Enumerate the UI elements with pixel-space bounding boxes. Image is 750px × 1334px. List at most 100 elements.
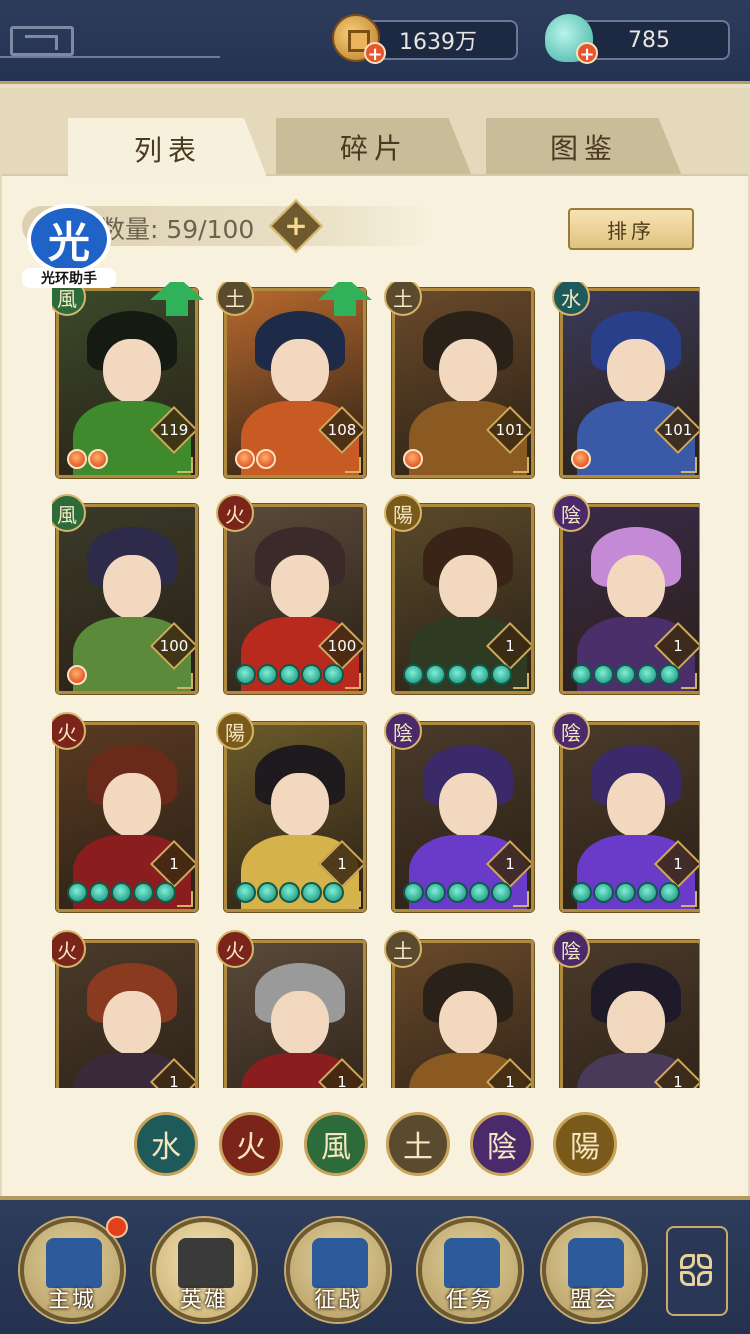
tab-codex[interactable]: 图鉴 [486, 118, 682, 176]
add-jade-button[interactable]: + [576, 42, 598, 65]
hero-grid: 119 風 108 土 101 土 101 水 100 風 100 火 1 陽 1 陰 1 火 1 陽 1 陰 1 陰 1 火 1 火… [52, 282, 700, 1088]
element-filter-button[interactable]: 火 [219, 1112, 283, 1176]
hero-card[interactable]: 1 [224, 722, 366, 912]
card-corner-ornament [513, 891, 529, 907]
hero-card[interactable]: 1 [560, 504, 700, 694]
star-icon [425, 664, 446, 685]
star-icon [88, 449, 108, 469]
level-value: 100 [327, 637, 357, 655]
hero-card[interactable]: 1 [392, 504, 534, 694]
watermark-text: 光环助手 [22, 268, 116, 288]
level-value: 101 [495, 421, 525, 439]
card-corner-ornament [177, 673, 193, 689]
star-icon [593, 882, 614, 903]
hero-card[interactable]: 1 [392, 722, 534, 912]
nav-label: 主城 [47, 1288, 96, 1313]
star-icon [256, 449, 276, 469]
hero-face [439, 339, 497, 403]
hero-card[interactable]: 108 [224, 288, 366, 478]
star-icon [323, 882, 344, 903]
level-value: 108 [327, 421, 357, 439]
level-value: 101 [663, 421, 693, 439]
watermark-glyph: 光 [27, 204, 111, 274]
hero-face [607, 339, 665, 403]
star-icon [571, 882, 592, 903]
card-corner-ornament [681, 673, 697, 689]
star-icon [67, 449, 87, 469]
star-icon [491, 664, 512, 685]
notification-dot [106, 1216, 128, 1238]
hero-card[interactable]: 100 [224, 504, 366, 694]
element-filter-button[interactable]: 土 [386, 1112, 450, 1176]
tab-fragments[interactable]: 碎片 [276, 118, 472, 176]
star-icon [279, 882, 300, 903]
hero-card[interactable]: 101 [560, 288, 700, 478]
element-filter-button[interactable]: 風 [304, 1112, 368, 1176]
element-badge: 陽 [216, 712, 254, 750]
level-value: 1 [673, 855, 683, 873]
star-icon [637, 882, 658, 903]
tab-fragments-label: 碎片 [339, 132, 408, 165]
hero-card[interactable]: 119 [56, 288, 198, 478]
nav-item[interactable]: 盟会 [542, 1218, 646, 1322]
star-icon [301, 882, 322, 903]
card-corner-ornament [681, 457, 697, 473]
hero-card[interactable]: 1 [560, 722, 700, 912]
hero-card[interactable]: 100 [56, 504, 198, 694]
hero-face [439, 773, 497, 837]
hero-face [607, 773, 665, 837]
sort-button[interactable]: 排序 [568, 208, 694, 250]
nav-item[interactable]: 征战 [286, 1218, 390, 1322]
nav-item[interactable]: 任务 [418, 1218, 522, 1322]
element-filter-button[interactable]: 陰 [470, 1112, 534, 1176]
hero-face [271, 555, 329, 619]
clover-menu-icon [679, 1253, 715, 1289]
star-rating [235, 664, 344, 685]
star-icon [469, 664, 490, 685]
level-value: 1 [673, 1073, 683, 1088]
star-icon [593, 664, 614, 685]
star-rating [571, 449, 591, 469]
nav-item[interactable]: 英雄 [152, 1218, 256, 1322]
hero-face [271, 339, 329, 403]
hero-card[interactable]: 101 [392, 288, 534, 478]
level-value: 1 [169, 1073, 179, 1088]
menu-button[interactable] [666, 1226, 728, 1316]
star-icon [323, 664, 344, 685]
card-corner-ornament [513, 673, 529, 689]
hero-face [439, 991, 497, 1055]
star-rating [235, 449, 276, 469]
card-corner-ornament [345, 673, 361, 689]
star-icon [403, 664, 424, 685]
nav-icon [178, 1238, 234, 1288]
nav-icon [444, 1238, 500, 1288]
pattern-icon [10, 26, 74, 56]
star-icon [155, 882, 176, 903]
tab-list[interactable]: 列表 [68, 118, 268, 180]
hero-face [271, 991, 329, 1055]
divider [0, 56, 220, 58]
star-icon [571, 449, 591, 469]
nav-icon [568, 1238, 624, 1288]
card-corner-ornament [177, 457, 193, 473]
card-corner-ornament [345, 457, 361, 473]
hero-card[interactable]: 1 [56, 722, 198, 912]
element-filter-button[interactable]: 水 [134, 1112, 198, 1176]
hero-face [271, 773, 329, 837]
hero-count: 数量: 59/100 [100, 215, 255, 244]
star-icon [67, 665, 87, 685]
star-icon [235, 882, 256, 903]
star-icon [615, 664, 636, 685]
level-value: 1 [169, 855, 179, 873]
star-rating [67, 882, 176, 903]
element-badge: 火 [216, 930, 254, 968]
element-filter-button[interactable]: 陽 [553, 1112, 617, 1176]
hero-face [103, 555, 161, 619]
nav-label: 征战 [313, 1288, 362, 1313]
tab-codex-label: 图鉴 [549, 132, 618, 165]
star-icon [447, 882, 468, 903]
star-icon [257, 882, 278, 903]
add-coins-button[interactable]: + [364, 42, 386, 65]
card-corner-ornament [177, 891, 193, 907]
star-icon [659, 882, 680, 903]
